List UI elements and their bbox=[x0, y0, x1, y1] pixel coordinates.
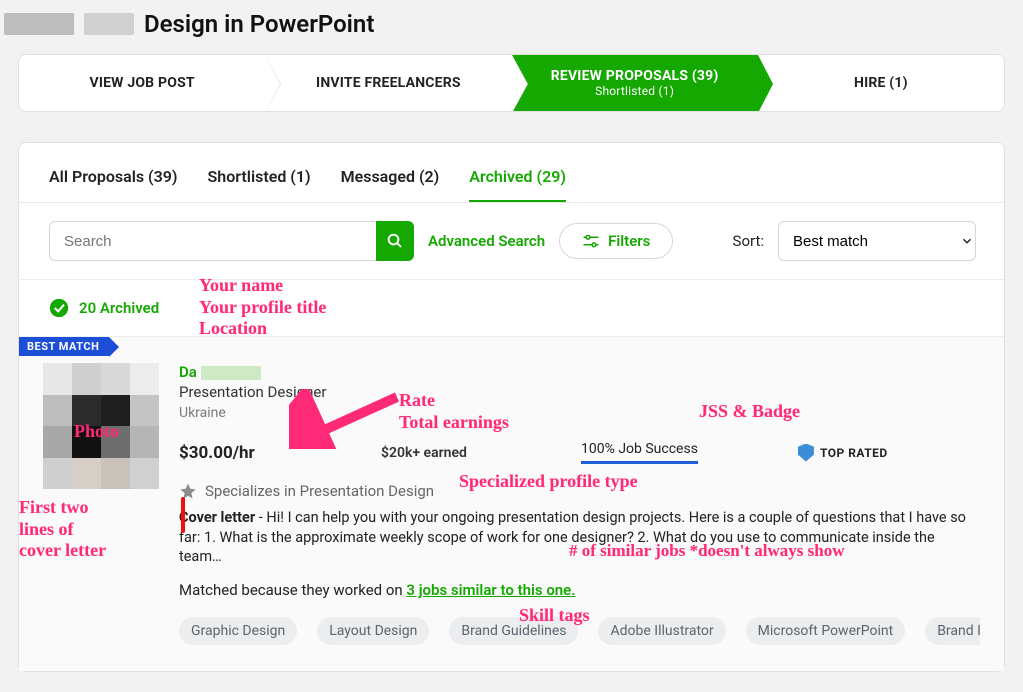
redacted-block bbox=[4, 13, 74, 35]
page-header: Design in PowerPoint bbox=[0, 0, 1023, 54]
cover-letter-label: Cover letter bbox=[179, 509, 255, 526]
step-review[interactable]: REVIEW PROPOSALS (39) Shortlisted (1) bbox=[512, 55, 758, 111]
search-icon bbox=[386, 232, 404, 250]
specialization: Specializes in Presentation Design bbox=[179, 482, 980, 500]
total-earned: $20k+ earned bbox=[381, 445, 581, 461]
step-sublabel: Shortlisted (1) bbox=[551, 84, 719, 98]
tab-messaged[interactable]: Messaged (2) bbox=[341, 167, 440, 202]
cover-letter-text: - Hi! I can help you with your ongoing p… bbox=[179, 509, 966, 565]
freelancer-headline: Presentation Designer bbox=[179, 383, 980, 401]
specialization-text: Specializes in Presentation Design bbox=[205, 482, 434, 500]
cover-letter-preview: Cover letter - Hi! I can help you with y… bbox=[179, 508, 980, 567]
step-invite[interactable]: INVITE FREELANCERS bbox=[265, 55, 511, 111]
skill-tag[interactable]: Brand Identity & Guidelines bbox=[925, 617, 980, 645]
best-match-ribbon: BEST MATCH bbox=[19, 337, 109, 356]
proposals-card: All Proposals (39) Shortlisted (1) Messa… bbox=[18, 142, 1005, 672]
freelancer-name[interactable]: Da bbox=[179, 363, 980, 381]
step-hire[interactable]: HIRE (1) bbox=[758, 55, 1004, 111]
similar-jobs-link[interactable]: 3 jobs similar to this one. bbox=[406, 581, 575, 599]
tab-archived[interactable]: Archived (29) bbox=[469, 167, 566, 202]
sort-label: Sort: bbox=[733, 232, 764, 250]
sort-select[interactable]: Best match bbox=[778, 221, 976, 261]
skill-tags: Graphic Design Layout Design Brand Guide… bbox=[179, 617, 980, 645]
hiring-stepper: VIEW JOB POST INVITE FREELANCERS REVIEW … bbox=[18, 54, 1005, 112]
tab-all-proposals[interactable]: All Proposals (39) bbox=[49, 167, 178, 202]
freelancer-location: Ukraine bbox=[179, 405, 980, 421]
controls-row: Advanced Search Filters Sort: Best match bbox=[19, 203, 1004, 280]
tab-shortlisted[interactable]: Shortlisted (1) bbox=[208, 167, 311, 202]
redacted-block bbox=[201, 366, 261, 380]
archived-section-header[interactable]: 20 Archived bbox=[19, 280, 1004, 336]
step-view-job[interactable]: VIEW JOB POST bbox=[19, 55, 265, 111]
filters-button[interactable]: Filters bbox=[559, 223, 673, 259]
step-label: INVITE FREELANCERS bbox=[316, 75, 461, 91]
search-input[interactable] bbox=[49, 221, 376, 261]
shield-icon bbox=[798, 444, 814, 462]
sliders-icon bbox=[582, 233, 600, 249]
proposal-subtabs: All Proposals (39) Shortlisted (1) Messa… bbox=[19, 143, 1004, 203]
search-button[interactable] bbox=[376, 221, 414, 261]
step-label: HIRE (1) bbox=[854, 75, 908, 91]
redacted-block bbox=[84, 13, 134, 35]
step-label: REVIEW PROPOSALS (39) bbox=[551, 68, 719, 84]
skill-tag[interactable]: Layout Design bbox=[317, 617, 429, 645]
proposal-row[interactable]: BEST MATCH Da Presentation Designer Ukra… bbox=[19, 336, 1004, 671]
avatar[interactable] bbox=[43, 363, 159, 489]
filters-label: Filters bbox=[608, 232, 650, 250]
top-rated-badge: TOP RATED bbox=[798, 444, 888, 462]
step-label: VIEW JOB POST bbox=[89, 75, 194, 91]
page-title: Design in PowerPoint bbox=[144, 10, 374, 38]
job-success-score: 100% Job Success bbox=[581, 441, 698, 464]
hourly-rate: $30.00/hr bbox=[179, 443, 381, 463]
check-circle-icon bbox=[49, 298, 69, 318]
skill-tag[interactable]: Microsoft PowerPoint bbox=[746, 617, 906, 645]
archived-count: 20 Archived bbox=[79, 299, 159, 317]
skill-tag[interactable]: Brand Guidelines bbox=[449, 617, 578, 645]
matched-reason: Matched because they worked on 3 jobs si… bbox=[179, 581, 980, 599]
skill-tag[interactable]: Adobe Illustrator bbox=[598, 617, 725, 645]
advanced-search-link[interactable]: Advanced Search bbox=[428, 232, 545, 250]
star-icon bbox=[179, 482, 197, 500]
badge-label: TOP RATED bbox=[820, 446, 888, 460]
skill-tag[interactable]: Graphic Design bbox=[179, 617, 297, 645]
